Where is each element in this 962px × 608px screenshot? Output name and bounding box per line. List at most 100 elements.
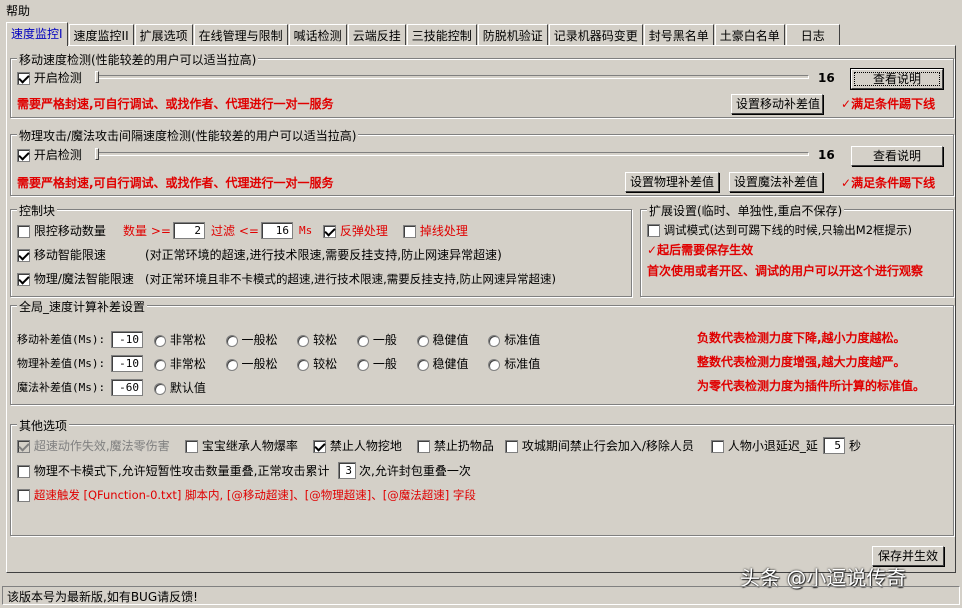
other-opt-4-checkbox[interactable] — [417, 440, 430, 453]
set-move-compensation-button[interactable]: 设置移动补差值 — [731, 94, 823, 114]
radio[interactable] — [154, 382, 166, 395]
other-opt-4-label: 禁止扔物品 — [433, 439, 494, 453]
smart-move-label: 移动智能限速 — [33, 248, 106, 262]
move-speed-enable-checkbox[interactable] — [17, 72, 30, 85]
tab-extension-options[interactable]: 扩展选项 — [134, 24, 193, 46]
move-opt-slightly-loose[interactable]: 较松 — [297, 333, 337, 347]
move-opt-very-loose[interactable]: 非常松 — [154, 333, 206, 347]
menu-help[interactable]: 帮助 — [6, 4, 30, 18]
magic-opt-default[interactable]: 默认值 — [154, 380, 206, 396]
count-label: 数量 >= — [123, 224, 171, 238]
other-opt-3[interactable]: 禁止人物挖地 — [313, 438, 402, 454]
filter-input[interactable]: 16 — [261, 222, 293, 239]
phys-opt-normal[interactable]: 一般 — [357, 357, 397, 371]
radio[interactable] — [297, 334, 310, 347]
tab-machine-code[interactable]: 记录机器码变更 — [548, 24, 643, 46]
limit-move-option[interactable]: 限控移动数量 — [17, 223, 106, 239]
debug-mode-option[interactable]: 调试模式(达到可踢下线的时候,只输出M2框提示) — [647, 222, 912, 238]
move-speed-slider[interactable] — [97, 75, 809, 79]
radio[interactable] — [416, 358, 429, 371]
attack-speed-slider[interactable] — [97, 152, 809, 156]
other-opt-1-checkbox[interactable] — [17, 440, 30, 453]
extension-note-1-text: 起后需要保存生效 — [657, 243, 754, 257]
other-opt-7-checkbox[interactable] — [17, 465, 30, 478]
count-input[interactable]: 2 — [173, 222, 205, 239]
other-opt-4[interactable]: 禁止扔物品 — [417, 438, 494, 454]
move-speed-enable[interactable]: 开启检测 — [17, 70, 82, 86]
move-comp-input[interactable]: -10 — [111, 331, 143, 348]
smart-attack-option[interactable]: 物理/魔法智能限速 — [17, 271, 134, 287]
radio[interactable] — [297, 358, 310, 371]
other-opt-5[interactable]: 攻城期间禁止行会加入/移除人员 — [505, 438, 694, 454]
other-opt-1[interactable]: 超速动作失效,魔法零伤害 — [17, 438, 170, 454]
disconnect-option[interactable]: 掉线处理 — [403, 223, 468, 239]
move-speed-slider-thumb[interactable] — [95, 71, 99, 83]
radio[interactable] — [225, 334, 238, 347]
move-opt-loose[interactable]: 一般松 — [225, 333, 278, 347]
other-opt-2[interactable]: 宝宝继承人物爆率 — [185, 438, 298, 454]
radio[interactable] — [357, 358, 370, 371]
radio[interactable] — [225, 358, 238, 371]
phys-opt-very-loose[interactable]: 非常松 — [154, 357, 206, 371]
tab-log[interactable]: 日志 — [785, 24, 840, 46]
limit-move-checkbox[interactable] — [17, 225, 30, 238]
phys-opt-slightly-loose[interactable]: 较松 — [297, 357, 337, 371]
magic-comp-input[interactable]: -60 — [111, 379, 143, 396]
phys-opt-steady[interactable]: 稳健值 — [416, 357, 469, 371]
other-opt-6-input[interactable]: 5 — [823, 437, 845, 454]
other-opt-7[interactable]: 物理不卡模式下,允许短暂性攻击数量重叠,正常攻击累计 — [17, 463, 329, 479]
ms-label: Ms — [299, 224, 313, 237]
radio[interactable] — [488, 358, 501, 371]
other-opt-2-checkbox[interactable] — [185, 440, 198, 453]
set-magic-compensation-button[interactable]: 设置魔法补差值 — [729, 172, 823, 192]
attack-speed-kick[interactable]: ✓满足条件踢下线 — [841, 175, 935, 191]
radio[interactable] — [154, 358, 166, 371]
radio[interactable] — [416, 334, 429, 347]
option-label: 一般松 — [241, 357, 278, 371]
disconnect-checkbox[interactable] — [403, 225, 416, 238]
attack-speed-enable-checkbox[interactable] — [17, 149, 30, 162]
phys-opt-standard[interactable]: 标准值 — [488, 357, 540, 371]
rebound-checkbox[interactable] — [323, 225, 336, 238]
tab-whitelist[interactable]: 土豪白名单 — [714, 24, 785, 46]
move-speed-help-button[interactable]: 查看说明 — [851, 69, 943, 89]
tab-three-skill-control[interactable]: 三技能控制 — [406, 24, 477, 46]
tab-anti-offline[interactable]: 防脱机验证 — [477, 24, 548, 46]
other-opt-6[interactable]: 人物小退延迟_延 — [711, 438, 818, 454]
move-speed-kick[interactable]: ✓满足条件踢下线 — [841, 96, 935, 112]
move-opt-steady[interactable]: 稳健值 — [416, 333, 469, 347]
global-note-2: 整数代表检测力度增强,越大力度越严。 — [697, 355, 906, 369]
smart-move-checkbox[interactable] — [17, 249, 30, 262]
status-bar: 该版本号为最新版,如有BUG请反馈! — [2, 586, 960, 605]
radio[interactable] — [357, 334, 370, 347]
smart-move-option[interactable]: 移动智能限速 — [17, 247, 106, 263]
radio[interactable] — [488, 334, 501, 347]
smart-attack-checkbox[interactable] — [17, 273, 30, 286]
set-phys-compensation-button[interactable]: 设置物理补差值 — [625, 172, 719, 192]
tab-shout-detection[interactable]: 喊话检测 — [288, 24, 347, 46]
radio[interactable] — [154, 334, 166, 347]
other-opt-6-checkbox[interactable] — [711, 440, 724, 453]
other-opt-7-input[interactable]: 3 — [338, 462, 356, 479]
tab-speed-monitor-2[interactable]: 速度监控II — [68, 24, 134, 46]
attack-speed-help-button[interactable]: 查看说明 — [851, 146, 943, 166]
tab-online-management[interactable]: 在线管理与限制 — [193, 24, 288, 46]
move-speed-enable-label: 开启检测 — [33, 71, 82, 85]
attack-speed-enable[interactable]: 开启检测 — [17, 147, 82, 163]
other-opt-3-checkbox[interactable] — [313, 440, 326, 453]
attack-speed-slider-thumb[interactable] — [95, 148, 99, 160]
tab-cloud-anticheat[interactable]: 云端反挂 — [347, 24, 406, 46]
other-opt-8-checkbox[interactable] — [17, 489, 30, 502]
tab-speed-monitor-1[interactable]: 速度监控I — [6, 22, 68, 46]
move-speed-title: 移动速度检测(性能较差的用户可以适当拉高) — [17, 51, 259, 68]
rebound-option[interactable]: 反弹处理 — [323, 223, 388, 239]
phys-comp-input[interactable]: -10 — [111, 355, 143, 372]
tab-bar: 速度监控I 速度监控II 扩展选项 在线管理与限制 喊话检测 云端反挂 三技能控… — [6, 22, 841, 46]
other-opt-8[interactable]: 超速触发 [QFunction-0.txt] 脚本内, [@移动超速]、[@物理… — [17, 487, 476, 503]
debug-mode-checkbox[interactable] — [647, 224, 660, 237]
phys-opt-loose[interactable]: 一般松 — [225, 357, 278, 371]
move-opt-standard[interactable]: 标准值 — [488, 333, 540, 347]
move-opt-normal[interactable]: 一般 — [357, 333, 397, 347]
other-opt-5-checkbox[interactable] — [505, 440, 518, 453]
tab-blacklist[interactable]: 封号黑名单 — [643, 24, 714, 46]
